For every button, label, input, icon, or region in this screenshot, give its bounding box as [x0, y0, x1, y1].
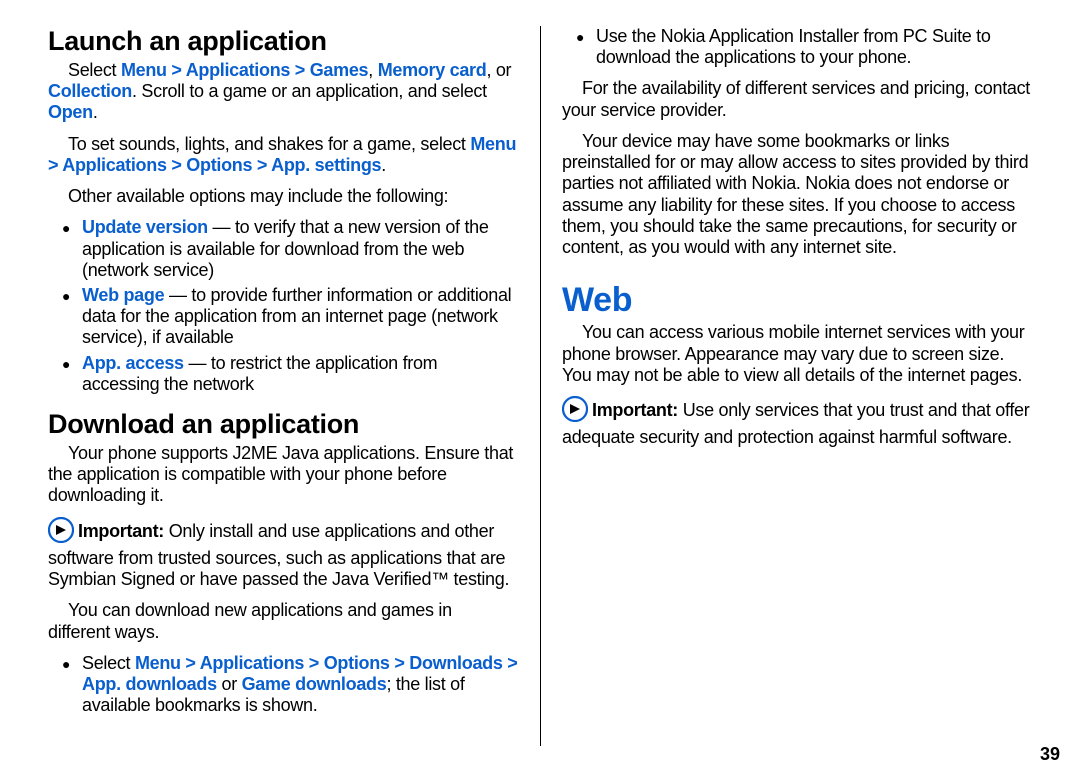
- list-item: Update version — to verify that a new ve…: [48, 217, 518, 281]
- important-icon: [48, 517, 74, 548]
- heading-web: Web: [562, 280, 1032, 320]
- heading-launch: Launch an application: [48, 26, 518, 58]
- important-icon: [562, 396, 588, 427]
- important-note: Important: Only install and use applicat…: [48, 517, 518, 591]
- launch-p2: To set sounds, lights, and shakes for a …: [48, 134, 518, 176]
- download-p1: Your phone supports J2ME Java applicatio…: [48, 443, 518, 507]
- list-item: App. access — to restrict the applicatio…: [48, 353, 518, 395]
- download-p2: You can download new applications and ga…: [48, 600, 518, 642]
- heading-download: Download an application: [48, 409, 518, 441]
- menu-path: Menu > Applications > Games: [121, 60, 368, 80]
- manual-page: Launch an application Select Menu > Appl…: [0, 0, 1080, 779]
- important-note-web: Important: Use only services that you tr…: [562, 396, 1032, 448]
- launch-options-list: Update version — to verify that a new ve…: [48, 217, 518, 395]
- list-item: Select Menu > Applications > Options > D…: [48, 653, 518, 717]
- list-item: Use the Nokia Application Installer from…: [562, 26, 1032, 68]
- launch-p1: Select Menu > Applications > Games, Memo…: [48, 60, 518, 124]
- download-p4: Your device may have some bookmarks or l…: [562, 131, 1032, 258]
- two-column-layout: Launch an application Select Menu > Appl…: [48, 26, 1032, 746]
- download-p3: For the availability of different servic…: [562, 78, 1032, 120]
- list-item: Web page — to provide further informatio…: [48, 285, 518, 349]
- web-p1: You can access various mobile internet s…: [562, 322, 1032, 386]
- page-number: 39: [1040, 744, 1060, 765]
- launch-p3: Other available options may include the …: [48, 186, 518, 207]
